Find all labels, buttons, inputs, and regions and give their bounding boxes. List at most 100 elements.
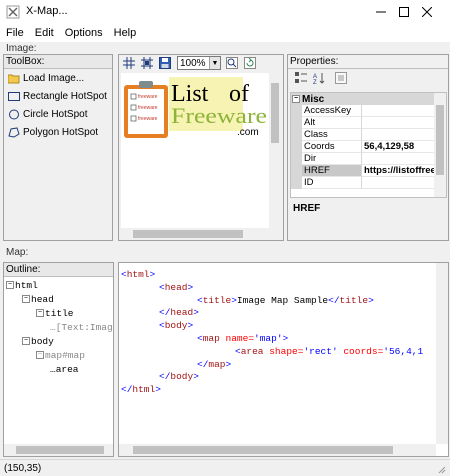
code-editor[interactable]: <html> <head> <title>Image Map Sample</tit…: [118, 262, 449, 457]
tree-node-text[interactable]: …[Text:Imag: [50, 322, 113, 333]
canvas-vertical-scrollbar[interactable]: [269, 73, 281, 228]
tree-node-area[interactable]: …area: [50, 364, 79, 375]
editor-vertical-scrollbar[interactable]: [436, 263, 448, 444]
image-canvas[interactable]: freeware freeware freeware List of Freew…: [121, 73, 269, 228]
logo-word-3: Freeware: [171, 103, 267, 128]
map-group-label: Map:: [6, 247, 31, 258]
outline-title: Outline:: [4, 263, 113, 277]
property-row[interactable]: HREF https://listoffree: [291, 165, 446, 177]
image-toolbar: 100% ▼: [119, 55, 283, 71]
property-row[interactable]: AccessKey: [291, 105, 446, 117]
property-row[interactable]: Coords 56,4,129,58: [291, 141, 446, 153]
property-name: Alt: [302, 117, 362, 129]
categorized-icon: [295, 72, 307, 83]
tree-node-map[interactable]: − map#map: [36, 350, 85, 361]
code-line: <body>: [159, 320, 194, 332]
alphabetical-button[interactable]: AZ: [311, 71, 327, 85]
rectangle-icon: [8, 91, 20, 101]
canvas-horizontal-scrollbar[interactable]: [121, 228, 269, 240]
editor-horizontal-scrollbar[interactable]: [119, 444, 436, 456]
tree-node-body[interactable]: − body: [22, 336, 54, 347]
menu-edit[interactable]: Edit: [29, 27, 59, 39]
property-name: ID: [302, 177, 362, 189]
code-line: <title>Image Map Sample</title>: [197, 294, 374, 306]
property-name: Dir: [302, 153, 362, 165]
logo-suffix: .com: [237, 127, 259, 138]
property-grid-scroll-thumb[interactable]: [436, 105, 444, 175]
folder-icon: [8, 74, 20, 83]
doc-line-3: freeware: [138, 116, 158, 122]
refresh-icon: [244, 57, 256, 69]
properties-toolbar: AZ: [288, 69, 448, 87]
collapse-icon[interactable]: −: [22, 295, 30, 304]
property-name: Class: [302, 129, 362, 141]
properties-title: Properties:: [288, 55, 448, 69]
property-row[interactable]: ID: [291, 177, 446, 189]
property-row[interactable]: Alt: [291, 117, 446, 129]
refresh-button[interactable]: [242, 56, 258, 70]
svg-text:Z: Z: [313, 80, 317, 84]
image-group-label: Image:: [6, 43, 39, 54]
circle-hotspot-tool[interactable]: Circle HotSpot: [4, 105, 112, 123]
canvas-hscroll-thumb[interactable]: [133, 230, 243, 238]
property-pages-icon: [335, 72, 347, 84]
property-grid-scrollbar[interactable]: [434, 93, 446, 197]
alphabetical-icon: AZ: [313, 73, 325, 84]
code-line: <area shape='rect' coords='56,4,1: [235, 345, 424, 357]
code-line: <map name='map'>: [197, 332, 289, 344]
zoom-select[interactable]: 100% ▼: [177, 56, 221, 70]
tree-node-title[interactable]: − title: [36, 308, 74, 319]
doc-line-2: freeware: [138, 105, 158, 111]
collapse-icon[interactable]: −: [36, 351, 44, 360]
categorized-button[interactable]: [293, 71, 309, 85]
property-row[interactable]: Class: [291, 129, 446, 141]
property-row[interactable]: Dir: [291, 153, 446, 165]
status-bar: (150,35): [0, 459, 450, 476]
zoom-fit-icon: [226, 57, 238, 69]
property-name: HREF: [302, 165, 362, 177]
collapse-icon[interactable]: −: [36, 309, 44, 318]
close-button[interactable]: [404, 0, 450, 24]
grid-button[interactable]: [121, 56, 137, 70]
code-line: </body>: [159, 371, 199, 383]
toolbox-title: ToolBox:: [4, 55, 112, 69]
resize-grip-icon[interactable]: [436, 464, 446, 474]
code-content[interactable]: <html> <head> <title>Image Map Sample</tit…: [121, 269, 423, 397]
window-title: X-Map...: [26, 5, 68, 17]
code-line: <html>: [121, 269, 156, 280]
outline-horizontal-scrollbar[interactable]: [4, 444, 113, 456]
snap-button[interactable]: [139, 56, 155, 70]
save-icon: [159, 57, 171, 69]
load-image-tool[interactable]: Load Image...: [4, 69, 112, 87]
save-button[interactable]: [157, 56, 173, 70]
editor-hscroll-thumb[interactable]: [133, 446, 393, 454]
code-line: </head>: [159, 307, 199, 319]
code-line: </map>: [197, 358, 232, 370]
outline-hscroll-thumb[interactable]: [16, 446, 104, 454]
property-pages-button[interactable]: [333, 71, 349, 85]
menu-file[interactable]: File: [0, 27, 29, 39]
doc-line-1: freeware: [138, 94, 158, 100]
circle-hotspot-label: Circle HotSpot: [23, 108, 88, 120]
property-name: AccessKey: [302, 105, 362, 117]
image-panel: 100% ▼ freeware freeware freeware List o…: [118, 54, 284, 241]
menu-options[interactable]: Options: [59, 27, 108, 39]
rectangle-hotspot-tool[interactable]: Rectangle HotSpot: [4, 87, 112, 105]
canvas-vscroll-thumb[interactable]: [271, 83, 279, 143]
close-icon: [422, 7, 432, 17]
collapse-icon[interactable]: −: [22, 337, 30, 346]
toolbox-panel: ToolBox: Load Image... Rectangle HotSpot…: [3, 54, 113, 241]
app-icon: [6, 5, 20, 19]
property-category[interactable]: − Misc: [291, 93, 446, 105]
collapse-icon[interactable]: −: [292, 95, 300, 103]
cursor-coordinates: (150,35): [4, 463, 42, 474]
collapse-icon[interactable]: −: [6, 281, 14, 290]
property-description: HREF: [293, 203, 321, 214]
polygon-hotspot-tool[interactable]: Polygon HotSpot: [4, 123, 112, 141]
menu-bar: File Edit Options Help: [0, 24, 450, 42]
tree-node-head[interactable]: − head: [22, 294, 54, 305]
menu-help[interactable]: Help: [108, 27, 142, 39]
category-label: Misc: [302, 93, 325, 105]
tree-node-html[interactable]: − html: [6, 280, 38, 291]
zoom-fit-button[interactable]: [224, 56, 240, 70]
